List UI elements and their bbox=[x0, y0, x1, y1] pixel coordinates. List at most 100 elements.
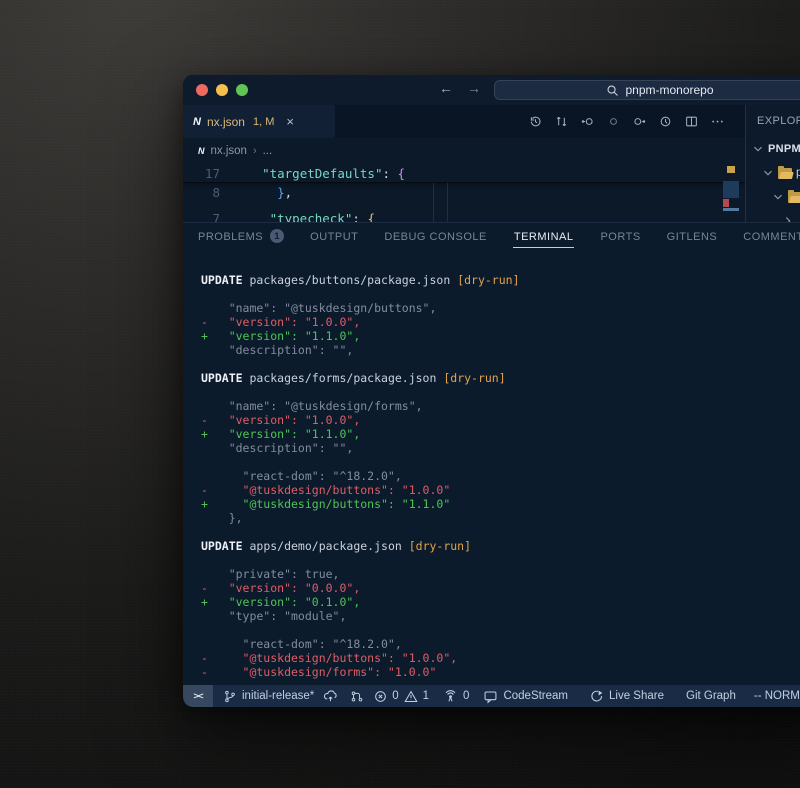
git-graph-status-item[interactable]: Git Graph bbox=[686, 690, 736, 702]
terminal-text-segment: + "version": "0.1.0", bbox=[201, 595, 360, 609]
terminal-text-segment: apps/demo/package.json bbox=[243, 539, 409, 553]
git-branch-item[interactable]: initial-release* bbox=[223, 689, 338, 704]
terminal-line: }, bbox=[201, 511, 800, 525]
remote-indicator[interactable]: >< bbox=[183, 685, 213, 707]
terminal-line: - "version": "0.0.0", bbox=[201, 581, 800, 595]
editor-line: 17 "targetDefaults": { bbox=[183, 164, 745, 183]
minimap-viewport[interactable] bbox=[723, 181, 739, 198]
compare-changes-icon[interactable] bbox=[554, 114, 569, 129]
more-actions-icon[interactable] bbox=[710, 114, 725, 129]
minimap-content-line bbox=[723, 208, 739, 211]
panel-tab-comments[interactable]: COMMENTS bbox=[743, 223, 800, 249]
broadcast-icon bbox=[443, 689, 458, 703]
ports-status-item[interactable]: 0 bbox=[443, 689, 469, 703]
terminal-text-segment: - "@tuskdesign/forms": "1.0.0" bbox=[201, 665, 436, 679]
folder-icon bbox=[778, 168, 792, 179]
navigate-forward-button[interactable]: → bbox=[467, 80, 481, 96]
panel-tab-label: PORTS bbox=[600, 229, 640, 243]
problems-status-item[interactable]: 0 1 bbox=[374, 690, 429, 703]
terminal-text-segment: + "version": "1.1.0", bbox=[201, 427, 360, 441]
terminal-text-segment: - "@tuskdesign/buttons": "1.0.0", bbox=[201, 651, 457, 665]
panel-tab-label: TERMINAL bbox=[513, 224, 575, 248]
timeline-icon[interactable] bbox=[658, 114, 673, 129]
terminal-text-segment: "description": "", bbox=[201, 441, 353, 455]
problems-count-badge: 1 bbox=[270, 229, 284, 243]
tree-item[interactable] bbox=[746, 185, 800, 209]
terminal-line: "react-dom": "^18.2.0", bbox=[201, 637, 800, 651]
line-number: 7 bbox=[183, 209, 220, 222]
maximize-window-button[interactable] bbox=[236, 84, 248, 96]
next-change-icon[interactable] bbox=[632, 114, 647, 129]
terminal-text-segment: - "version": "1.0.0", bbox=[201, 315, 360, 329]
history-navigation: ← → bbox=[439, 80, 481, 96]
breadcrumb: N nx.json › ... bbox=[183, 138, 745, 164]
breadcrumb-separator: › bbox=[253, 145, 257, 157]
live-share-icon bbox=[590, 689, 604, 703]
tree-item[interactable]: packages bbox=[746, 161, 800, 185]
code-text: "typecheck": { bbox=[247, 209, 375, 222]
terminal-line: "private": true, bbox=[201, 567, 800, 581]
title-bar: ← → pnpm-monorepo bbox=[183, 75, 800, 105]
terminal-line: UPDATE packages/forms/package.json [dry-… bbox=[201, 371, 800, 385]
code-token: { bbox=[398, 166, 406, 181]
split-editor-icon[interactable] bbox=[684, 114, 699, 129]
tab-close-icon[interactable]: × bbox=[286, 114, 294, 129]
panel-tab-gitlens[interactable]: GITLENS bbox=[667, 223, 718, 249]
terminal-text-segment: "type": "module", bbox=[201, 609, 346, 623]
panel-tab-output[interactable]: OUTPUT bbox=[310, 223, 358, 249]
codestream-status-item[interactable]: CodeStream bbox=[483, 689, 568, 704]
explorer-header: EXPLORER bbox=[757, 115, 800, 127]
code-editor[interactable]: 17 "targetDefaults": {8 },7 "typecheck":… bbox=[183, 164, 745, 222]
error-icon bbox=[374, 690, 387, 703]
code-token bbox=[247, 185, 277, 200]
tree-item-label: packages bbox=[796, 167, 800, 179]
line-number: 17 bbox=[183, 164, 220, 182]
local-history-icon[interactable] bbox=[528, 114, 543, 129]
command-center-search[interactable]: pnpm-monorepo bbox=[494, 80, 800, 100]
panel-tab-terminal[interactable]: TERMINAL bbox=[513, 223, 575, 249]
panel-tab-debug-console[interactable]: DEBUG CONSOLE bbox=[384, 223, 486, 249]
terminal-line: - "@tuskdesign/buttons": "1.0.0", bbox=[201, 651, 800, 665]
traffic-lights bbox=[196, 84, 248, 96]
previous-change-icon[interactable] bbox=[580, 114, 595, 129]
terminal-text-segment: "name": "@tuskdesign/buttons", bbox=[201, 301, 436, 315]
code-token: : bbox=[382, 166, 397, 181]
worktree-icon bbox=[350, 689, 364, 704]
git-branch-icon bbox=[223, 689, 237, 704]
vim-mode-text: -- NORMAL -- bbox=[754, 690, 800, 702]
minimize-window-button[interactable] bbox=[216, 84, 228, 96]
close-window-button[interactable] bbox=[196, 84, 208, 96]
error-count: 0 bbox=[392, 690, 398, 702]
tab-label: nx.json bbox=[207, 115, 245, 129]
gitlens-worktree-item[interactable] bbox=[350, 689, 364, 704]
sync-cloud-icon[interactable] bbox=[323, 689, 338, 703]
nx-file-icon: N bbox=[198, 146, 205, 156]
indent-guide bbox=[447, 183, 448, 222]
tree-item[interactable] bbox=[746, 209, 800, 222]
breadcrumb-symbol[interactable]: ... bbox=[263, 145, 273, 157]
chevron-down-icon[interactable] bbox=[772, 191, 784, 203]
terminal-line: UPDATE packages/buttons/package.json [dr… bbox=[201, 273, 800, 287]
current-change-icon[interactable] bbox=[606, 114, 621, 129]
terminal-text-segment: - "@tuskdesign/buttons": "1.0.0" bbox=[201, 483, 450, 497]
terminal-view[interactable]: UPDATE packages/buttons/package.json [dr… bbox=[183, 249, 800, 685]
code-text: "targetDefaults": { bbox=[247, 164, 405, 182]
vim-mode-indicator: -- NORMAL -- bbox=[754, 690, 800, 702]
tree-item[interactable]: PNPM-MONOREPO bbox=[746, 137, 800, 161]
chevron-down-icon[interactable] bbox=[752, 143, 764, 155]
terminal-line: UPDATE apps/demo/package.json [dry-run] bbox=[201, 539, 800, 553]
breadcrumb-file[interactable]: nx.json bbox=[211, 145, 247, 157]
terminal-line bbox=[201, 385, 800, 399]
chevron-right-icon[interactable] bbox=[782, 215, 794, 222]
terminal-line bbox=[201, 525, 800, 539]
terminal-line: + "version": "0.1.0", bbox=[201, 595, 800, 609]
navigate-back-button[interactable]: ← bbox=[439, 80, 453, 96]
panel-tab-label: OUTPUT bbox=[310, 229, 358, 243]
live-share-status-item[interactable]: Live Share bbox=[590, 689, 664, 703]
chevron-down-icon[interactable] bbox=[762, 167, 774, 179]
tab-nx-json[interactable]: N nx.json 1, M × bbox=[183, 105, 335, 138]
terminal-line bbox=[201, 455, 800, 469]
panel-tab-ports[interactable]: PORTS bbox=[600, 223, 640, 249]
panel-tab-problems[interactable]: PROBLEMS1 bbox=[198, 223, 284, 249]
terminal-line bbox=[201, 623, 800, 637]
